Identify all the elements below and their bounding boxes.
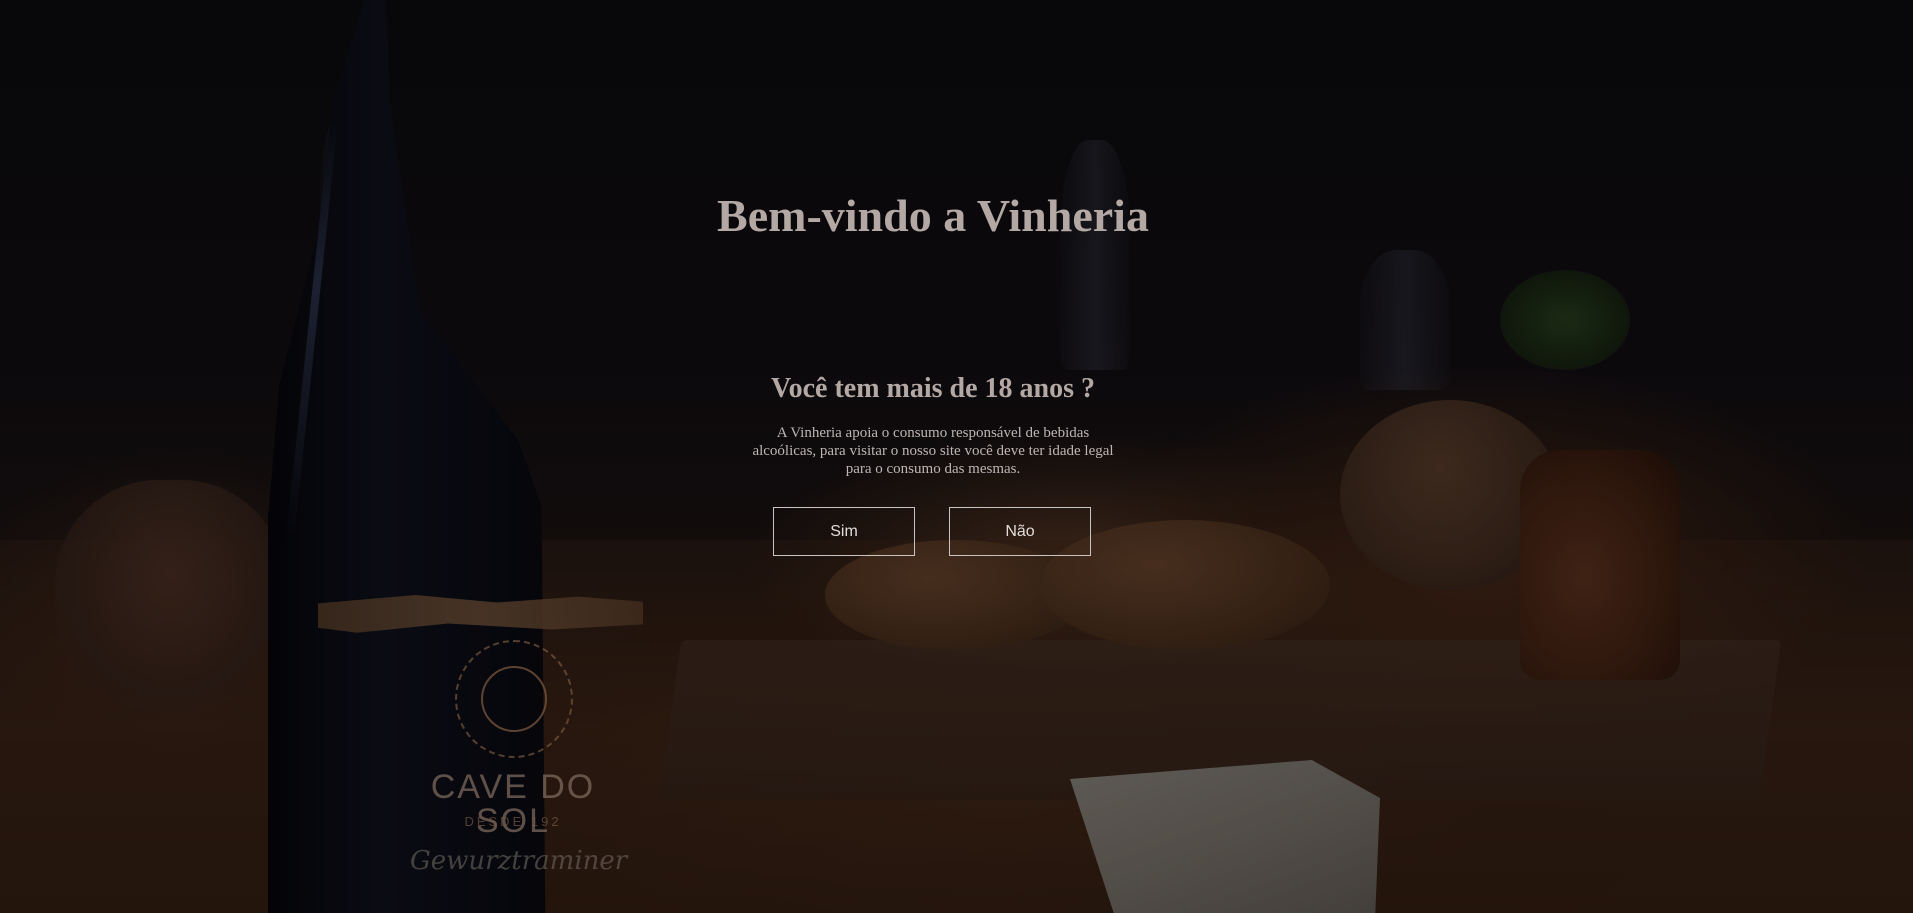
- yes-button[interactable]: Sim: [773, 507, 915, 556]
- age-gate-modal: Bem-vindo a Vinheria Você tem mais de 18…: [0, 0, 1913, 913]
- welcome-title: Bem-vindo a Vinheria: [717, 190, 1149, 241]
- responsible-drinking-text: A Vinheria apoia o consumo responsável d…: [752, 425, 1114, 477]
- no-button[interactable]: Não: [949, 507, 1091, 556]
- age-gate-page: CAVE DO SOL DESDE 192 Gewurztraminer Bem…: [0, 0, 1913, 913]
- age-question: Você tem mais de 18 anos ?: [770, 373, 1096, 404]
